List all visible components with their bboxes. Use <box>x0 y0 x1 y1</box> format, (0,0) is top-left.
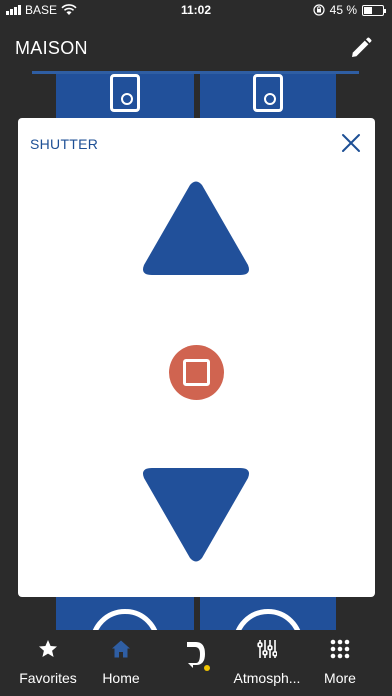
pencil-icon[interactable] <box>349 36 373 60</box>
tab-label: Home <box>102 670 140 686</box>
device-tile[interactable] <box>56 597 194 630</box>
shutter-up-button[interactable] <box>140 180 252 278</box>
device-tile[interactable] <box>200 597 336 630</box>
stop-icon <box>183 359 210 386</box>
home-icon <box>112 640 130 658</box>
modal-title: SHUTTER <box>30 136 99 152</box>
shutter-device-icon <box>253 74 283 112</box>
star-icon <box>39 640 57 657</box>
tab-home[interactable]: Home <box>82 630 160 696</box>
shutter-device-icon <box>110 74 140 112</box>
status-right: 45 % <box>313 3 386 17</box>
page-title: MAISON <box>15 38 88 58</box>
battery-icon <box>362 4 386 16</box>
battery-percent: 45 % <box>329 3 357 17</box>
sliders-icon <box>257 640 277 658</box>
shutter-stop-button[interactable] <box>169 345 224 400</box>
brand-logo-icon <box>187 642 205 668</box>
triangle-up-icon <box>143 181 249 275</box>
tab-favorites[interactable]: Favorites <box>9 630 87 696</box>
device-tile[interactable] <box>56 74 194 124</box>
shutter-modal: SHUTTER <box>18 118 375 597</box>
tab-label: Atmosph... <box>233 670 301 686</box>
tab-atmospheres[interactable]: Atmosph... <box>228 630 306 696</box>
grid-dots-icon <box>330 639 350 659</box>
tab-more[interactable]: More <box>301 630 379 696</box>
status-bar: BASE 11:02 45 % <box>0 0 392 20</box>
shutter-down-button[interactable] <box>140 465 252 563</box>
triangle-down-icon <box>143 468 249 562</box>
close-icon[interactable] <box>341 133 361 153</box>
notification-dot <box>204 665 210 671</box>
tab-brand[interactable] <box>157 630 235 696</box>
device-ring-icon <box>90 609 160 630</box>
tab-label: More <box>324 670 356 686</box>
device-tile[interactable] <box>200 74 336 124</box>
tab-bar: Favorites Home Atmosph... More <box>0 630 392 696</box>
device-ring-icon <box>233 609 303 630</box>
page-header: MAISON <box>15 34 377 60</box>
tab-label: Favorites <box>19 670 77 686</box>
orientation-lock-icon <box>313 4 325 16</box>
